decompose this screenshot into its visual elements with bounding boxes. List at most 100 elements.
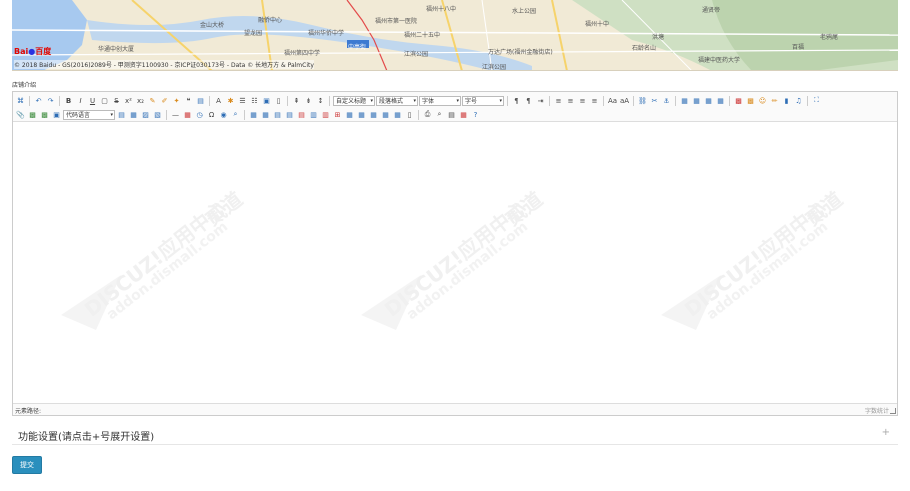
split-cells-icon[interactable]: ▦	[368, 109, 379, 120]
rtl-icon[interactable]: ¶	[523, 95, 534, 106]
element-path: 元素路径:	[15, 408, 42, 415]
anchor-icon[interactable]: ⚓	[661, 95, 672, 106]
clear-doc-icon[interactable]: ▯	[273, 95, 284, 106]
insert-image-icon[interactable]: ▩	[745, 95, 756, 106]
insert-row-icon[interactable]: ▤	[284, 109, 295, 120]
unlink-icon[interactable]: ✂	[649, 95, 660, 106]
background-icon[interactable]: ▨	[140, 109, 151, 120]
border-icon[interactable]: ▢	[99, 95, 110, 106]
toolbar-separator	[244, 109, 245, 120]
subscript-icon[interactable]: x₂	[135, 95, 146, 106]
undo-icon[interactable]: ↶	[33, 95, 44, 106]
merge-down-icon[interactable]: ▦	[356, 109, 367, 120]
drafts-icon[interactable]: ▤	[446, 109, 457, 120]
image-center-icon[interactable]: ▦	[715, 95, 726, 106]
snapscreen-icon[interactable]: ▧	[152, 109, 163, 120]
image-none-icon[interactable]: ▦	[679, 95, 690, 106]
chart-icon[interactable]: ▯	[404, 109, 415, 120]
template-icon[interactable]: ▦	[128, 109, 139, 120]
map-copyright: © 2018 Baidu - GS(2016)2089号 - 甲测资字11009…	[14, 60, 314, 69]
page-break-icon[interactable]: ▤	[116, 109, 127, 120]
toolbar-separator	[675, 95, 676, 106]
help-icon[interactable]: ?	[470, 109, 481, 120]
delete-col-icon[interactable]: ▥	[320, 109, 331, 120]
source-code-icon[interactable]: ⌘	[15, 95, 26, 106]
align-center-icon[interactable]: ≡	[565, 95, 576, 106]
time-icon[interactable]: ◷	[194, 109, 205, 120]
select-all-icon[interactable]: ▣	[261, 95, 272, 106]
editor-content-area[interactable]: DISCUZ!应用中心 addon.dismall.com 贰道 DISCUZ!…	[13, 123, 897, 403]
wordimage-icon[interactable]: ◉	[218, 109, 229, 120]
row-spacing-bottom-icon[interactable]: ⇟	[303, 95, 314, 106]
uppercase-icon[interactable]: Aa	[607, 95, 618, 106]
map[interactable]: 融侨中心 金山大桥 望龙园 华通中创大厦 福州华侨中学 福州第四中学 中亭街 福…	[12, 0, 898, 71]
redo-icon[interactable]: ↷	[45, 95, 56, 106]
ltr-icon[interactable]: ¶	[511, 95, 522, 106]
resize-handle[interactable]	[890, 408, 896, 414]
map-label: 水上公园	[512, 8, 537, 15]
align-left-icon[interactable]: ≡	[553, 95, 564, 106]
split-rows-icon[interactable]: ▦	[380, 109, 391, 120]
insert-paragraph-before-table-icon[interactable]: ▤	[272, 109, 283, 120]
font-size-select[interactable]: 字号 ▾	[462, 95, 504, 106]
watermark: DISCUZ!应用中心 addon.dismall.com 贰道	[653, 163, 883, 330]
checkbox-icon[interactable]: ▦	[458, 109, 469, 120]
function-settings-panel[interactable]: 功能设置(请点击+号展开设置) +	[12, 423, 898, 445]
delete-table-icon[interactable]: ▦	[260, 109, 271, 120]
strikethrough-icon[interactable]: S	[111, 95, 122, 106]
link-icon[interactable]: ⛓	[637, 95, 648, 106]
row-spacing-top-icon[interactable]: ⇞	[291, 95, 302, 106]
merge-cells-icon[interactable]: ⊞	[332, 109, 343, 120]
lowercase-icon[interactable]: aA	[619, 95, 630, 106]
line-height-icon[interactable]: ↕	[315, 95, 326, 106]
image-right-icon[interactable]: ▦	[703, 95, 714, 106]
horizontal-rule-icon[interactable]: —	[170, 109, 181, 120]
unordered-list-icon[interactable]: ☷	[249, 95, 260, 106]
italic-icon[interactable]: I	[75, 95, 86, 106]
merge-right-icon[interactable]: ▦	[344, 109, 355, 120]
insert-table-icon[interactable]: ▦	[248, 109, 259, 120]
align-right-icon[interactable]: ≡	[577, 95, 588, 106]
insert-frame-icon[interactable]: ▣	[51, 109, 62, 120]
ordered-list-icon[interactable]: ☰	[237, 95, 248, 106]
insert-video-icon[interactable]: ▮	[781, 95, 792, 106]
music-icon[interactable]: ♫	[793, 95, 804, 106]
split-cols-icon[interactable]: ▦	[392, 109, 403, 120]
preview-icon[interactable]: ⌕	[434, 109, 445, 120]
date-icon[interactable]: ▦	[182, 109, 193, 120]
bold-icon[interactable]: B	[63, 95, 74, 106]
font-family-select[interactable]: 字体 ▾	[419, 95, 461, 106]
paragraph-select[interactable]: 段落格式 ▾	[376, 95, 418, 106]
auto-typeset-icon[interactable]: ✦	[171, 95, 182, 106]
map-icon[interactable]: ▩	[27, 109, 38, 120]
fullscreen-icon[interactable]: ⛶	[811, 95, 822, 106]
image-left-icon[interactable]: ▦	[691, 95, 702, 106]
delete-row-icon[interactable]: ▤	[296, 109, 307, 120]
paste-text-icon[interactable]: ▤	[195, 95, 206, 106]
gmap-icon[interactable]: ▩	[39, 109, 50, 120]
background-color-icon[interactable]: ✱	[225, 95, 236, 106]
print-icon[interactable]: ⎙	[422, 109, 433, 120]
clear-format-icon[interactable]: ✐	[159, 95, 170, 106]
insert-col-icon[interactable]: ▥	[308, 109, 319, 120]
attachment-icon[interactable]: 📎	[15, 109, 26, 120]
blockquote-icon[interactable]: ❝	[183, 95, 194, 106]
submit-button[interactable]: 提交	[12, 456, 42, 474]
simple-upload-icon[interactable]: ▩	[733, 95, 744, 106]
align-justify-icon[interactable]: ≡	[589, 95, 600, 106]
toolbar-separator	[287, 95, 288, 106]
format-match-icon[interactable]: ✎	[147, 95, 158, 106]
underline-icon[interactable]: U	[87, 95, 98, 106]
superscript-icon[interactable]: x²	[123, 95, 134, 106]
expand-plus-icon[interactable]: +	[882, 427, 890, 438]
scrawl-icon[interactable]: ✏	[769, 95, 780, 106]
custom-title-select[interactable]: 自定义标题 ▾	[333, 95, 375, 106]
emotion-icon[interactable]: ☺	[757, 95, 768, 106]
rich-text-editor[interactable]: ⌘ ↶ ↷ B I U ▢ S x² x₂ ✎ ✐ ✦ ❝ ▤ A ✱ ☰ ☷ …	[12, 91, 898, 416]
code-language-select[interactable]: 代码语言 ▾	[63, 109, 115, 120]
font-color-icon[interactable]: A	[213, 95, 224, 106]
special-chars-icon[interactable]: Ω	[206, 109, 217, 120]
map-label: 福建中医药大学	[698, 57, 741, 64]
indent-icon[interactable]: ⇥	[535, 95, 546, 106]
search-replace-icon[interactable]: ⌕	[230, 109, 241, 120]
